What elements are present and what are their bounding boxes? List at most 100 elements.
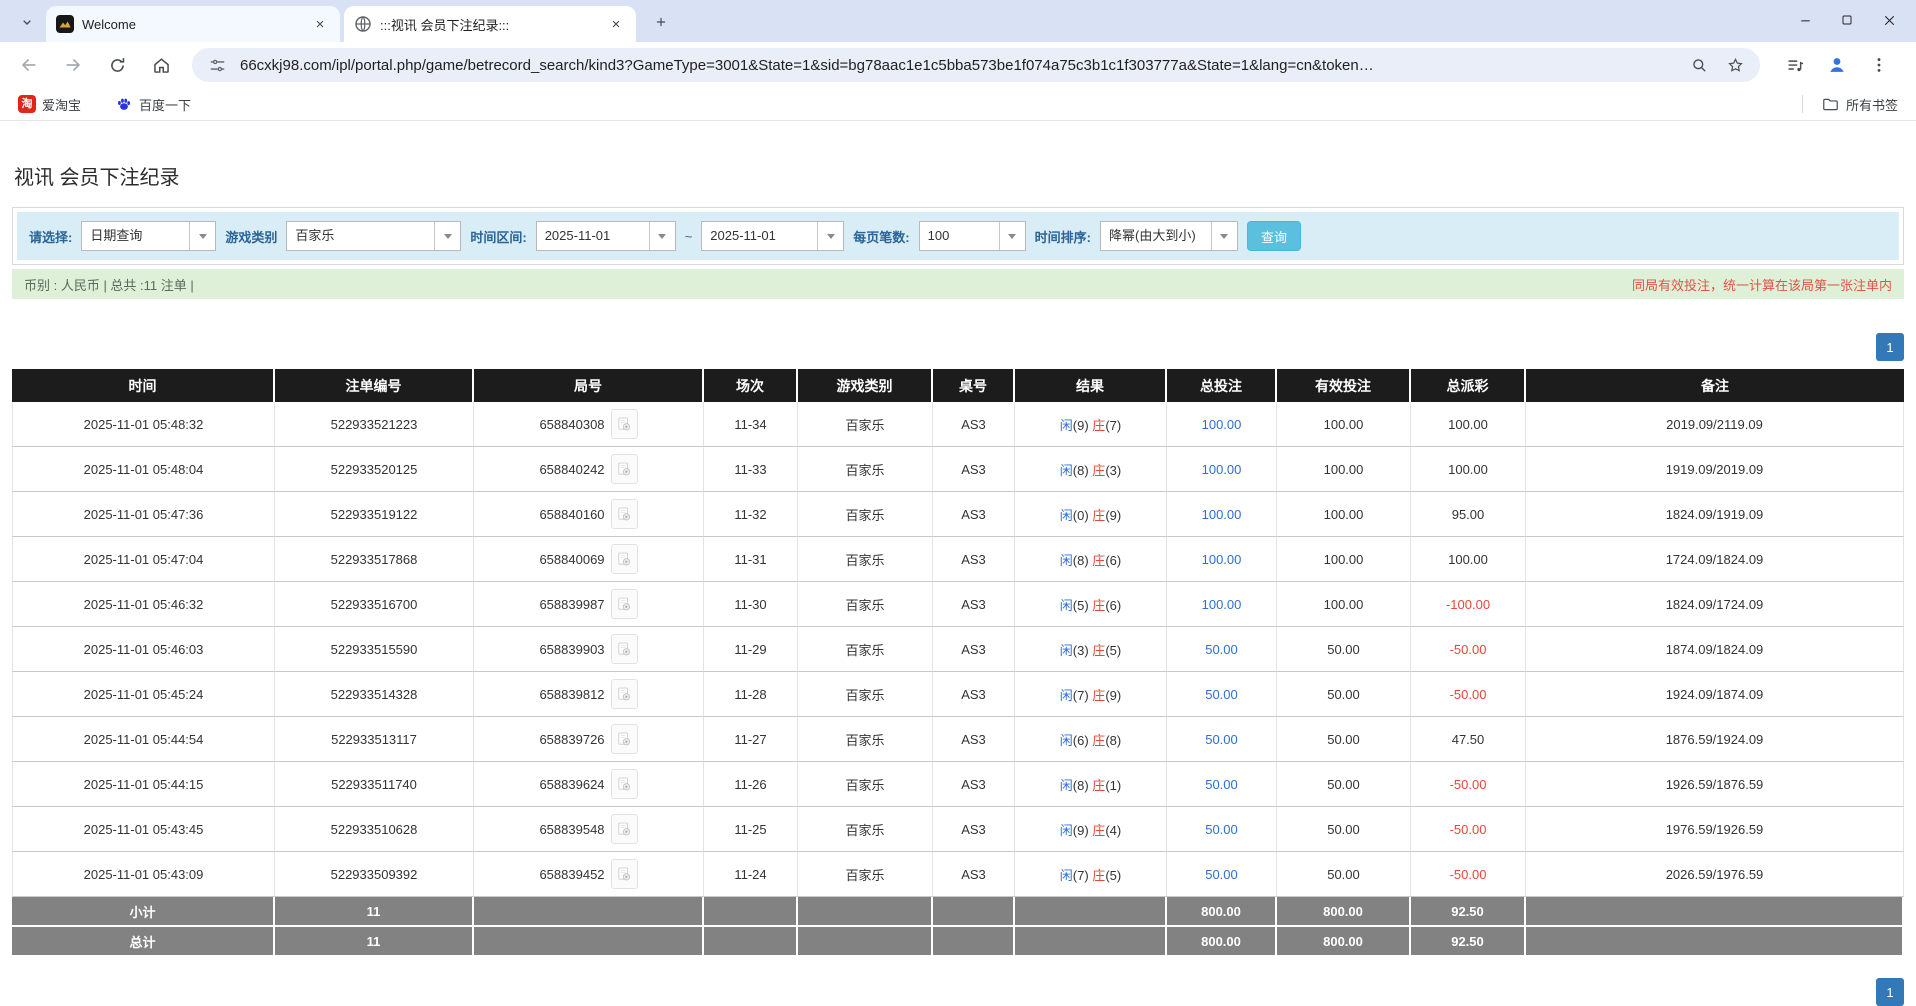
video-replay-button[interactable]: [611, 409, 638, 439]
player-result-label: 闲: [1060, 598, 1073, 613]
table-row: 2025-11-01 05:48:04522933520125658840242…: [12, 447, 1904, 492]
time-cell: 2025-11-01 05:43:09: [12, 852, 275, 897]
tab-search-button[interactable]: [14, 9, 40, 35]
reload-icon[interactable]: [100, 48, 134, 82]
player-points: (8): [1073, 553, 1093, 568]
total-bet-link[interactable]: 100.00: [1202, 462, 1242, 477]
video-replay-button[interactable]: [611, 814, 638, 844]
total-bet-cell: 50.00: [1167, 807, 1277, 852]
window-maximize-button[interactable]: [1826, 4, 1868, 36]
tab-welcome[interactable]: Welcome ×: [46, 6, 340, 42]
query-type-select[interactable]: 日期查询: [81, 221, 216, 251]
back-icon[interactable]: [12, 48, 46, 82]
video-replay-button[interactable]: [611, 544, 638, 574]
payout-cell: -50.00: [1411, 807, 1526, 852]
game-type-cell: 百家乐: [798, 402, 933, 447]
bet-id-cell: 522933513117: [275, 717, 474, 762]
time-cell: 2025-11-01 05:46:32: [12, 582, 275, 627]
total-bet-link[interactable]: 100.00: [1202, 507, 1242, 522]
pagination-page-1-bottom[interactable]: 1: [1876, 978, 1904, 1006]
summary-info-bar: 币别 : 人民币 | 总共 :11 注单 | 同局有效投注，统一计算在该局第一张…: [12, 269, 1904, 299]
media-controls-icon[interactable]: [1778, 48, 1812, 82]
total-bet-link[interactable]: 50.00: [1205, 867, 1238, 882]
bookmark-baidu[interactable]: 百度一下: [111, 93, 195, 116]
column-header-0: 时间: [12, 369, 275, 402]
video-replay-button[interactable]: [611, 634, 638, 664]
date-from-select[interactable]: 2025-11-01: [536, 221, 676, 251]
game-type-select[interactable]: 百家乐: [286, 221, 461, 251]
video-replay-button[interactable]: [611, 859, 638, 889]
banker-result-label: 庄: [1092, 463, 1105, 478]
sort-order-select[interactable]: 降幂(由大到小): [1100, 221, 1238, 251]
new-tab-button[interactable]: [648, 9, 674, 35]
total-bet-link[interactable]: 100.00: [1202, 552, 1242, 567]
total-row-cell: 11: [275, 927, 474, 957]
player-result-label: 闲: [1060, 463, 1073, 478]
table-row: 2025-11-01 05:45:24522933514328658839812…: [12, 672, 1904, 717]
banker-points: (3): [1105, 463, 1121, 478]
round-wrap: 658840160: [478, 499, 699, 529]
subtotal-row-cell: 800.00: [1167, 897, 1277, 927]
banker-result-label: 庄: [1092, 688, 1105, 703]
pagination-page-1[interactable]: 1: [1876, 333, 1904, 361]
table-row: 2025-11-01 05:47:04522933517868658840069…: [12, 537, 1904, 582]
total-bet-link[interactable]: 50.00: [1205, 642, 1238, 657]
close-tab-icon[interactable]: ×: [606, 14, 626, 34]
bookmark-label: 百度一下: [139, 95, 191, 114]
video-replay-button[interactable]: [611, 769, 638, 799]
video-replay-button[interactable]: [611, 454, 638, 484]
site-settings-icon[interactable]: [204, 52, 230, 78]
zoom-icon[interactable]: [1686, 52, 1712, 78]
video-replay-button[interactable]: [611, 679, 638, 709]
total-bet-link[interactable]: 50.00: [1205, 732, 1238, 747]
total-bet-link[interactable]: 50.00: [1205, 777, 1238, 792]
home-icon[interactable]: [144, 48, 178, 82]
total-bet-link[interactable]: 100.00: [1202, 417, 1242, 432]
video-replay-button[interactable]: [611, 724, 638, 754]
total-bet-cell: 50.00: [1167, 717, 1277, 762]
date-to-select[interactable]: 2025-11-01: [701, 221, 844, 251]
valid-bet-cell: 50.00: [1277, 762, 1411, 807]
bet-id-cell: 522933521223: [275, 402, 474, 447]
remark-cell: 1874.09/1824.09: [1526, 627, 1904, 672]
player-result-label: 闲: [1060, 778, 1073, 793]
subtotal-row-cell: [474, 897, 704, 927]
table-no-cell: AS3: [933, 492, 1015, 537]
banker-points: (5): [1105, 868, 1121, 883]
table-no-cell: AS3: [933, 672, 1015, 717]
search-button[interactable]: 查询: [1247, 221, 1301, 251]
game-type-cell: 百家乐: [798, 672, 933, 717]
toolbar-right-group: [1778, 48, 1896, 82]
round-cell: 658839903: [474, 627, 704, 672]
window-close-button[interactable]: [1868, 4, 1910, 36]
all-bookmarks-button[interactable]: 所有书签: [1817, 93, 1902, 116]
tab-betrecord[interactable]: :::视讯 会员下注纪录::: ×: [344, 6, 636, 42]
player-result-label: 闲: [1060, 418, 1073, 433]
round-wrap: 658839624: [478, 769, 699, 799]
session-cell: 11-27: [704, 717, 798, 762]
chevron-down-icon: [189, 222, 215, 250]
round-wrap: 658839987: [478, 589, 699, 619]
forward-icon[interactable]: [56, 48, 90, 82]
video-replay-button[interactable]: [611, 499, 638, 529]
result-cell: 闲(3) 庄(5): [1015, 627, 1167, 672]
address-bar[interactable]: 66cxkj98.com/ipl/portal.php/game/betreco…: [192, 48, 1760, 82]
browser-menu-icon[interactable]: [1862, 48, 1896, 82]
page-size-select[interactable]: 100: [919, 221, 1026, 251]
column-header-9: 总派彩: [1411, 369, 1526, 402]
close-tab-icon[interactable]: ×: [310, 14, 330, 34]
video-replay-button[interactable]: [611, 589, 638, 619]
bookmark-taobao[interactable]: 淘 爱淘宝: [14, 93, 85, 116]
total-bet-link[interactable]: 50.00: [1205, 822, 1238, 837]
total-bet-link[interactable]: 50.00: [1205, 687, 1238, 702]
subtotal-row-cell: [704, 897, 798, 927]
player-points: (7): [1073, 688, 1093, 703]
all-bookmarks-label: 所有书签: [1846, 95, 1898, 114]
profile-avatar[interactable]: [1820, 48, 1854, 82]
remark-cell: 2026.59/1976.59: [1526, 852, 1904, 897]
banker-points: (5): [1105, 643, 1121, 658]
total-bet-link[interactable]: 100.00: [1202, 597, 1242, 612]
player-points: (0): [1073, 508, 1093, 523]
bookmark-star-icon[interactable]: [1722, 52, 1748, 78]
window-minimize-button[interactable]: [1784, 4, 1826, 36]
